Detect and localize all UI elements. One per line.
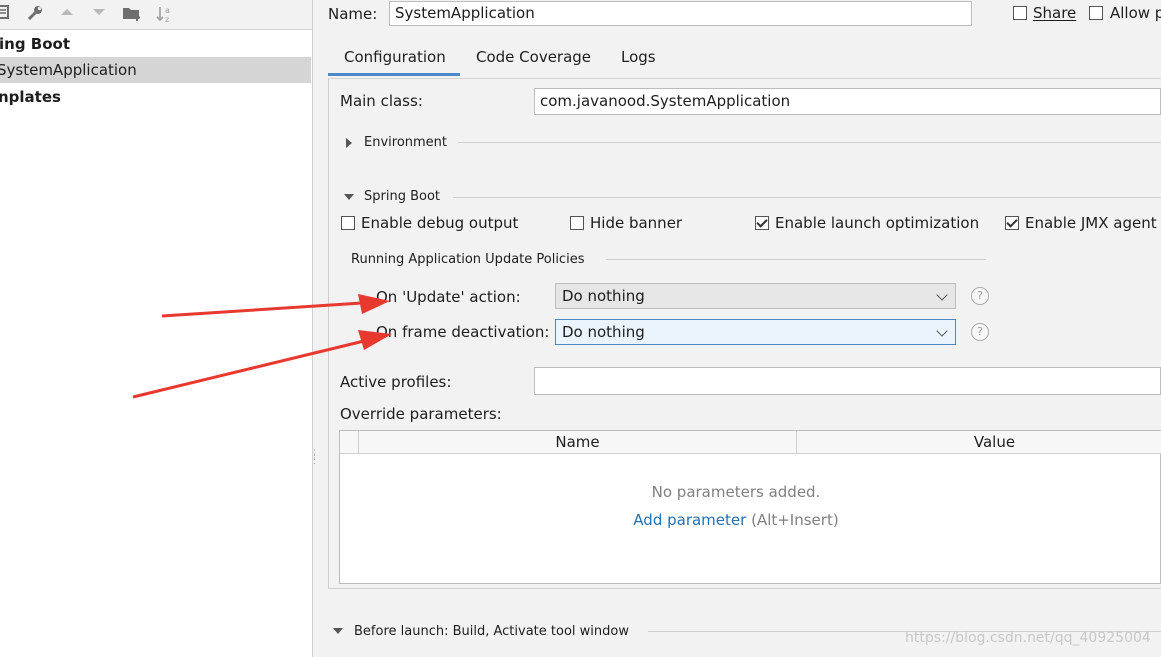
red-arrow-icon bbox=[132, 330, 392, 399]
annotation-arrows bbox=[132, 294, 392, 399]
red-arrow-icon bbox=[161, 294, 390, 318]
